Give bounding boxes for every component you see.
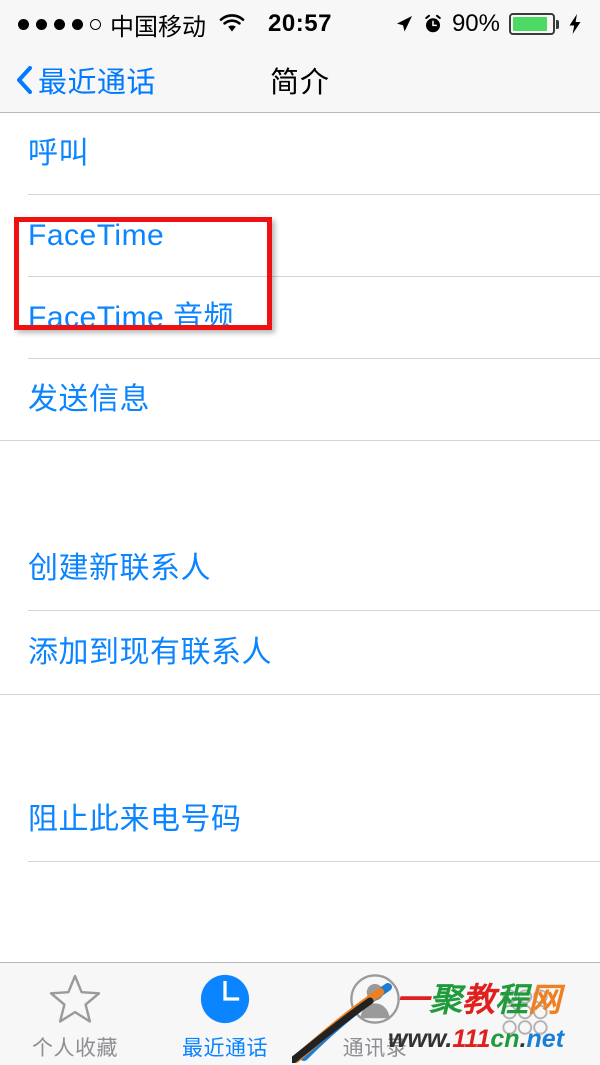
back-button-label: 最近通话	[38, 67, 157, 99]
signal-dot	[18, 18, 29, 30]
row-label: 添加到现有联系人	[28, 636, 272, 669]
row-create-new-contact[interactable]: 创建新联系人	[0, 527, 600, 611]
tab-favorites[interactable]: 个人收藏	[0, 963, 150, 1065]
battery-fill	[513, 17, 548, 31]
signal-dot-empty	[90, 18, 101, 30]
signal-dot	[72, 18, 83, 30]
row-call[interactable]: 呼叫	[0, 113, 600, 195]
section-gap	[0, 441, 600, 527]
tab-label: 通讯录	[342, 1037, 408, 1060]
status-bar: 中国移动 20:57 90%	[0, 0, 600, 48]
location-arrow-icon	[394, 14, 414, 34]
battery-icon	[509, 13, 559, 35]
carrier-name: 中国移动	[110, 13, 206, 41]
row-label: 阻止此来电号码	[28, 803, 242, 836]
row-separator	[28, 861, 600, 862]
chevron-left-icon	[16, 66, 32, 94]
row-label: FaceTime 音频	[28, 301, 235, 334]
status-bar-time: 20:57	[268, 10, 332, 37]
wifi-icon	[219, 14, 245, 34]
star-icon	[48, 972, 102, 1026]
section-gap	[0, 695, 600, 778]
tab-contacts[interactable]: 通讯录	[300, 963, 450, 1065]
signal-dot	[54, 18, 65, 30]
tab-keypad[interactable]	[450, 963, 600, 1065]
tab-label: 个人收藏	[32, 1037, 118, 1060]
battery-percentage: 90%	[451, 10, 500, 37]
row-label: 呼叫	[28, 137, 89, 170]
battery-body	[509, 13, 555, 35]
lightning-bolt-icon	[568, 13, 582, 35]
row-separator	[0, 440, 600, 441]
status-bar-right: 90%	[394, 10, 582, 38]
row-label: 创建新联系人	[28, 552, 211, 585]
tab-recents[interactable]: 最近通话	[150, 963, 300, 1065]
phone-screen: 中国移动 20:57 90% 最近通话 简介 呼叫 FaceTime FaceT…	[0, 0, 600, 1065]
row-block-caller[interactable]: 阻止此来电号码	[0, 778, 600, 862]
action-group-contacts: 创建新联系人 添加到现有联系人	[0, 527, 600, 695]
signal-dot	[36, 18, 47, 30]
row-facetime[interactable]: FaceTime	[0, 195, 600, 277]
row-label: FaceTime	[28, 219, 165, 252]
tab-label: 最近通话	[182, 1037, 268, 1060]
action-group-block: 阻止此来电号码	[0, 778, 600, 862]
alarm-clock-icon	[423, 14, 443, 34]
content-area: 呼叫 FaceTime FaceTime 音频 发送信息 创建新联系人 添加到现…	[0, 113, 600, 962]
battery-cap	[556, 19, 559, 29]
back-button[interactable]: 最近通话	[16, 59, 156, 101]
signal-strength-dots	[18, 18, 101, 30]
row-send-message[interactable]: 发送信息	[0, 359, 600, 441]
tab-bar: 个人收藏 最近通话 通讯录	[0, 962, 600, 1065]
person-icon	[349, 972, 401, 1026]
row-label: 发送信息	[28, 383, 150, 416]
row-separator	[0, 694, 600, 695]
row-facetime-audio[interactable]: FaceTime 音频	[0, 277, 600, 359]
row-add-to-existing-contact[interactable]: 添加到现有联系人	[0, 611, 600, 695]
navigation-bar: 最近通话 简介	[0, 48, 600, 113]
clock-icon	[199, 972, 251, 1026]
action-group-communication: 呼叫 FaceTime FaceTime 音频 发送信息	[0, 113, 600, 441]
keypad-icon	[499, 987, 551, 1041]
page-title: 简介	[269, 67, 330, 99]
status-bar-left: 中国移动	[18, 7, 245, 42]
